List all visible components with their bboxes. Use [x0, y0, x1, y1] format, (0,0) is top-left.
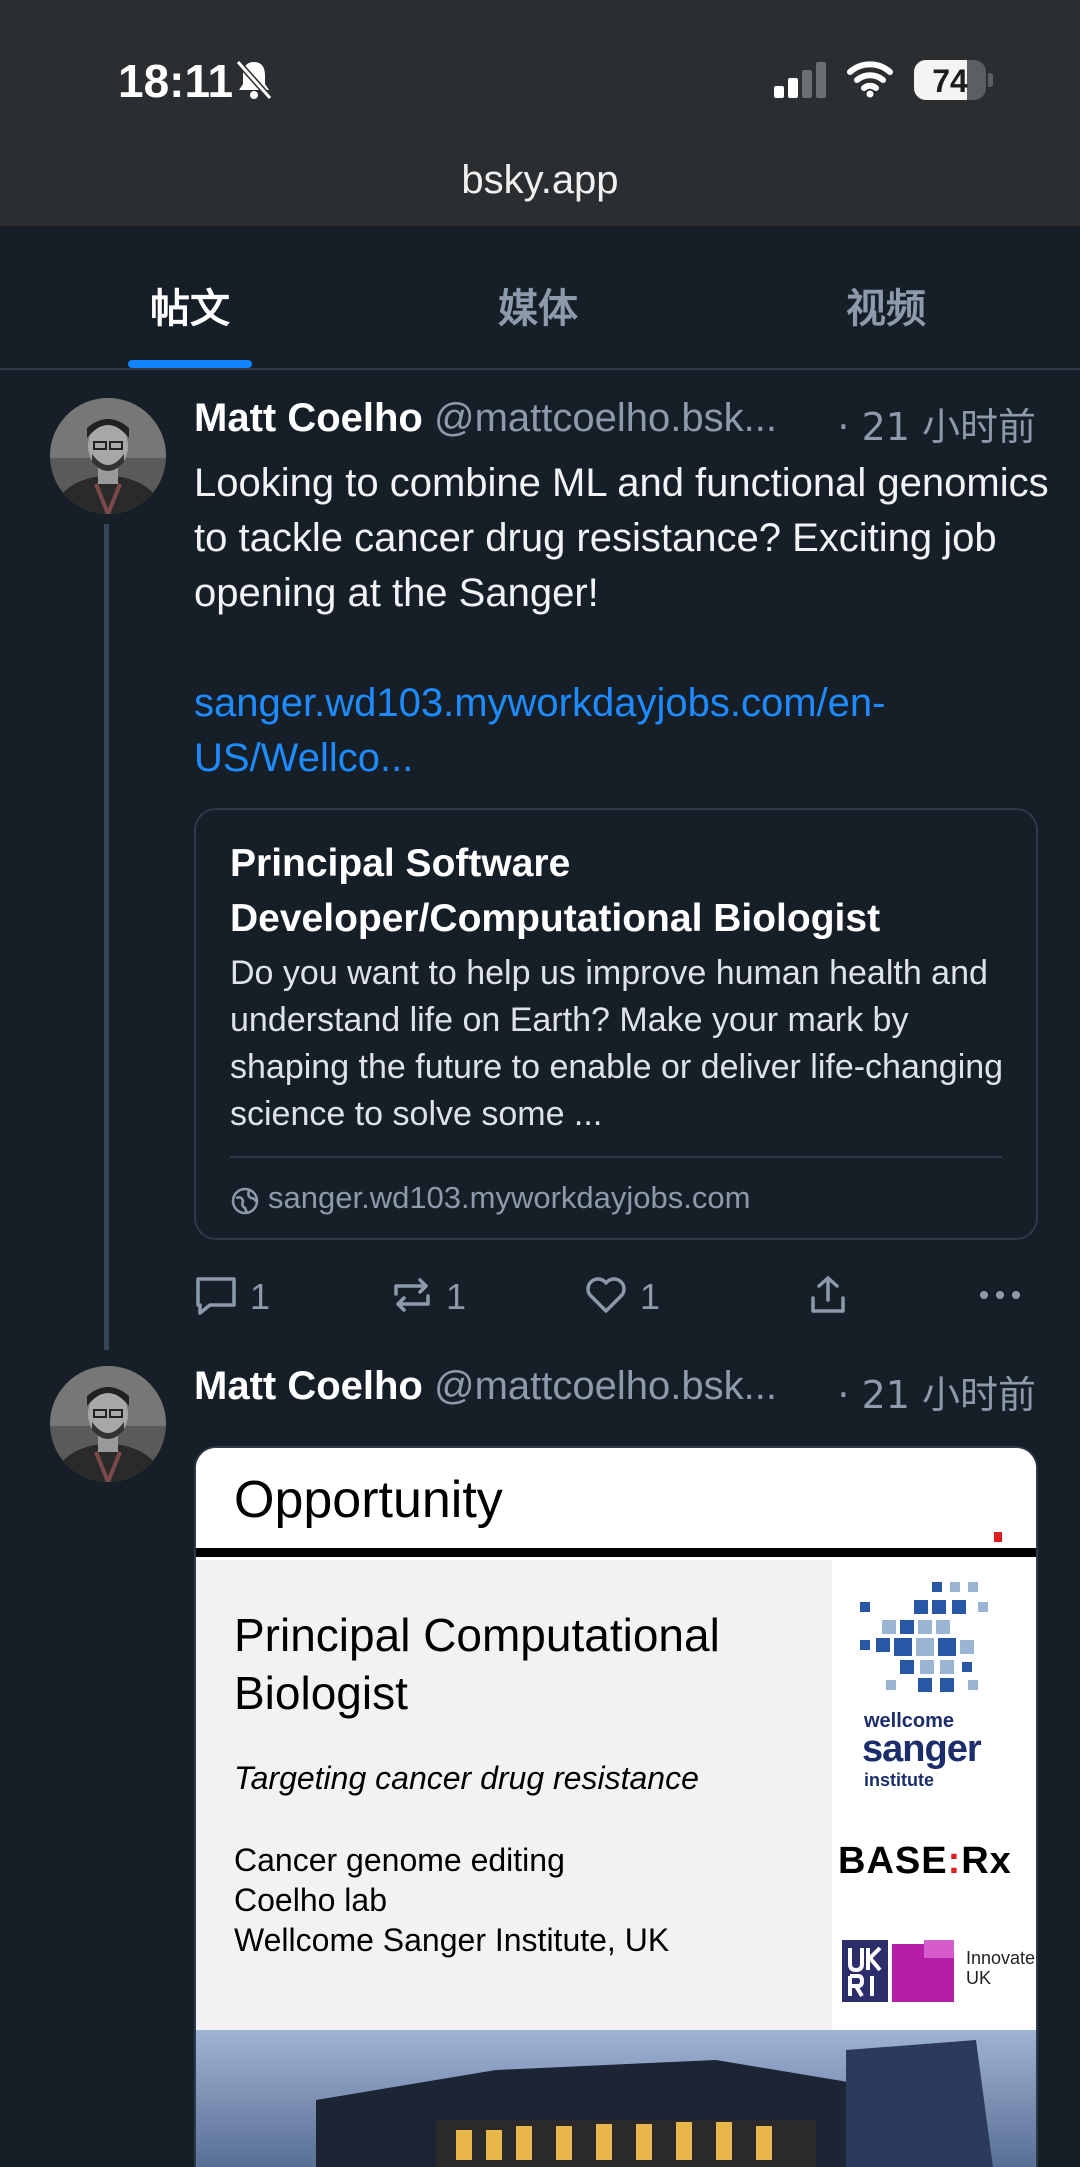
post-header: Matt Coelho @mattcoelho.bsk... · 21 小时前 — [194, 1364, 1040, 1418]
author-handle[interactable]: @mattcoelho.bsk... — [434, 396, 777, 440]
slide-subtitle: Targeting cancer drug resistance — [234, 1760, 699, 1796]
status-time: 18:11 — [118, 55, 234, 107]
address-bar-url[interactable]: bsky.app — [0, 158, 1080, 203]
card-title: Principal Software Developer/Computation… — [230, 842, 881, 940]
ellipsis-icon — [980, 1291, 1020, 1299]
post-text: Looking to combine ML and functional gen… — [194, 461, 1049, 615]
avatar[interactable] — [50, 1366, 166, 1482]
slide-heading: Opportunity — [234, 1471, 503, 1529]
cellular-signal-icon — [774, 62, 826, 98]
innovate-uk-text: Innovate UK — [966, 1948, 1036, 1988]
repost-button[interactable]: 1 — [390, 1270, 500, 1320]
tab-videos[interactable]: 视频 — [846, 276, 926, 334]
bell-slash-icon — [235, 60, 273, 100]
reply-icon — [196, 1277, 236, 1315]
base-rx-colon: : — [947, 1840, 962, 1882]
author-handle[interactable]: @mattcoelho.bsk... — [434, 1364, 777, 1408]
ukri-logo — [842, 1940, 954, 2002]
repost-icon — [394, 1278, 430, 1312]
like-button[interactable]: 1 — [584, 1270, 694, 1320]
reply-count: 1 — [250, 1276, 271, 1317]
share-icon — [811, 1276, 845, 1313]
slide-header: Opportunity — [196, 1448, 1036, 1548]
wifi-icon — [847, 61, 893, 98]
share-button[interactable] — [806, 1270, 856, 1320]
logo-panel: wellcome sanger institute BASE:Rx Innova… — [832, 1560, 1036, 2030]
base-rx-right: Rx — [961, 1840, 1012, 1882]
tab-posts[interactable]: 帖文 — [150, 276, 230, 334]
institute-logo-text: institute — [864, 1770, 934, 1790]
active-tab-indicator — [128, 360, 252, 368]
avatar[interactable] — [50, 398, 166, 514]
battery-icon: 74 — [914, 60, 986, 100]
slide-red-mark — [994, 1532, 1002, 1542]
slide-details: Cancer genome editing Coelho lab Wellcom… — [234, 1842, 670, 1958]
globe-icon — [231, 1187, 259, 1215]
card-divider — [230, 1156, 1002, 1158]
base-rx-left: BASE — [838, 1840, 948, 1882]
post-time[interactable]: · 21 小时前 — [837, 396, 1036, 450]
thread-line — [104, 524, 109, 1350]
battery-tip — [988, 73, 993, 87]
slide-rule — [196, 1548, 1036, 1557]
slide-body: Principal Computational Biologist Target… — [196, 1560, 832, 2030]
post-actions: 1 1 1 — [194, 1270, 1034, 1320]
post-link[interactable]: sanger.wd103.myworkdayjobs.com/en-US/Wel… — [194, 676, 1054, 786]
card-description: Do you want to help us improve human hea… — [230, 954, 1004, 1133]
author-name[interactable]: Matt Coelho — [194, 396, 423, 440]
tab-media[interactable]: 媒体 — [498, 276, 578, 334]
profile-tabs: 帖文 媒体 视频 — [0, 230, 1080, 370]
sanger-logo-text: sanger — [862, 1728, 982, 1770]
reply-button[interactable]: 1 — [194, 1270, 304, 1320]
post-time[interactable]: · 21 小时前 — [837, 1364, 1036, 1418]
building-photo — [196, 2030, 1036, 2167]
link-preview-card[interactable]: Principal Software Developer/Computation… — [194, 808, 1038, 1240]
post-image[interactable]: Opportunity Principal Computational Biol… — [194, 1446, 1038, 2167]
like-count: 1 — [640, 1276, 661, 1317]
card-domain: sanger.wd103.myworkdayjobs.com — [268, 1180, 751, 1215]
browser-top-bar: 18:11 74 bsky.app — [0, 0, 1080, 228]
avatar-photo — [50, 398, 166, 514]
more-options-button[interactable] — [976, 1270, 1032, 1320]
post-header: Matt Coelho @mattcoelho.bsk... · 21 小时前 — [194, 396, 1040, 450]
heart-icon — [586, 1277, 626, 1313]
base-rx-logo: BASE:Rx — [838, 1840, 1012, 1883]
author-name[interactable]: Matt Coelho — [194, 1364, 423, 1408]
sanger-logo-mosaic — [860, 1582, 988, 1692]
repost-count: 1 — [446, 1276, 467, 1317]
avatar-photo — [50, 1366, 166, 1482]
slide-title: Principal Computational Biologist — [234, 1609, 720, 1719]
battery-level: 74 — [932, 63, 968, 99]
